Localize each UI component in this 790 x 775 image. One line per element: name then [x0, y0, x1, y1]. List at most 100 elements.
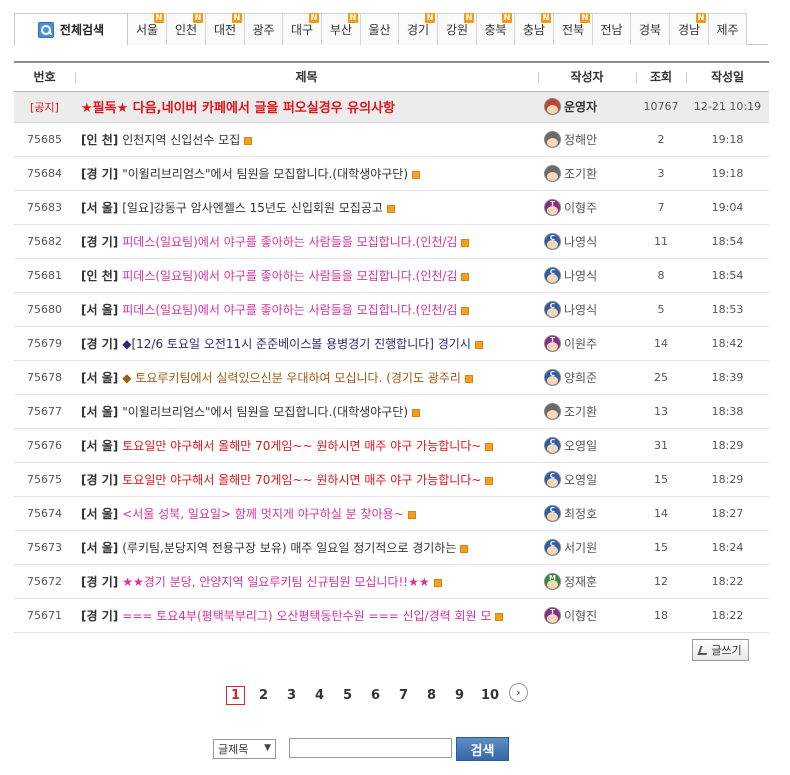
- post-title-cell[interactable]: [경 기] 토요일만 야구해서 올해만 70게임~~ 원하시면 매주 야구 가능합…: [75, 462, 538, 497]
- post-author[interactable]: 최정호: [564, 507, 597, 521]
- post-title-link[interactable]: "이윌리브리엄스"에서 팀원을 모집합니다.(대학생야구단): [122, 167, 408, 181]
- page-link[interactable]: 2: [254, 686, 273, 705]
- search-input[interactable]: [289, 738, 452, 758]
- post-title-cell[interactable]: [서 울] [일요]강동구 암사엔젤스 15년도 신입회원 모집공고: [75, 190, 538, 225]
- post-author[interactable]: 이원주: [564, 337, 597, 351]
- post-title-cell[interactable]: [서 울] (루키팀,분당지역 전용구장 보유) 매주 일요일 정기적으로 경기하…: [75, 530, 538, 565]
- notice-row[interactable]: [공지] ★필독★ 다음,네이버 카페에서 글을 퍼오실경우 유의사항 운영자 …: [14, 91, 769, 123]
- post-author-cell[interactable]: C 나영식: [538, 224, 636, 259]
- post-title-link[interactable]: ◆ 토요루키팀에서 실력있으신분 우대하여 모십니다. (경기도 광주리: [122, 371, 461, 385]
- post-author-cell[interactable]: C 나영식: [538, 292, 636, 327]
- table-row[interactable]: 75679 [경 기] ◆[12/6 토요일 오전11시 준준베이스볼 용병경기 진…: [14, 326, 769, 361]
- search-button[interactable]: 검색: [456, 737, 509, 761]
- tab-region[interactable]: 경기 N: [399, 13, 438, 45]
- post-title-cell[interactable]: [경 기] "이윌리브리엄스"에서 팀원을 모집합니다.(대학생야구단): [75, 156, 538, 191]
- post-title-link[interactable]: 피데스(일요팀)에서 야구를 좋아하는 사람들을 모집합니다.(인천/김: [122, 303, 457, 317]
- table-row[interactable]: 75683 [서 울] [일요]강동구 암사엔젤스 15년도 신입회원 모집공고 T 이…: [14, 190, 769, 225]
- tab-region[interactable]: 대전 N: [206, 13, 245, 45]
- page-link[interactable]: 9: [450, 686, 469, 705]
- table-row[interactable]: 75685 [인 천] 인천지역 신입선수 모집 정해안 2 19:18: [14, 122, 769, 157]
- post-author-cell[interactable]: T 이형주: [538, 190, 636, 225]
- tab-all-search[interactable]: 전체검색: [14, 13, 128, 46]
- table-row[interactable]: 75682 [경 기] 피데스(일요팀)에서 야구를 좋아하는 사람들을 모집합니다…: [14, 224, 769, 259]
- post-author[interactable]: 양희준: [564, 371, 597, 385]
- page-link[interactable]: 4: [310, 686, 329, 705]
- post-author-cell[interactable]: C 나영식: [538, 258, 636, 293]
- tab-region[interactable]: 강원 N: [438, 13, 477, 45]
- post-title-cell[interactable]: [서 울] ◆ 토요루키팀에서 실력있으신분 우대하여 모십니다. (경기도 광주…: [75, 360, 538, 395]
- tab-region[interactable]: 제주: [709, 13, 747, 45]
- tab-region[interactable]: 광주: [245, 13, 283, 45]
- notice-author[interactable]: 운영자: [564, 100, 597, 114]
- post-title-cell[interactable]: [경 기] 피데스(일요팀)에서 야구를 좋아하는 사람들을 모집합니다.(인천/…: [75, 224, 538, 259]
- post-title-link[interactable]: 피데스(일요팀)에서 야구를 좋아하는 사람들을 모집합니다.(인천/김: [122, 269, 457, 283]
- table-row[interactable]: 75673 [서 울] (루키팀,분당지역 전용구장 보유) 매주 일요일 정기적으…: [14, 530, 769, 565]
- tab-region[interactable]: 서울 N: [128, 13, 167, 45]
- post-author[interactable]: 이형주: [564, 201, 597, 215]
- notice-title-link[interactable]: ★필독★ 다음,네이버 카페에서 글을 퍼오실경우 유의사항: [81, 101, 395, 116]
- notice-author-cell[interactable]: 운영자: [538, 91, 636, 123]
- tab-region[interactable]: 경남 N: [670, 13, 709, 45]
- post-author[interactable]: 나영식: [564, 269, 597, 283]
- post-title-link[interactable]: 인천지역 신입선수 모집: [122, 133, 240, 147]
- tab-region[interactable]: 경북: [631, 13, 670, 45]
- post-author-cell[interactable]: C 서기원: [538, 530, 636, 565]
- tab-region[interactable]: 충남 N: [515, 13, 554, 45]
- table-row[interactable]: 75675 [경 기] 토요일만 야구해서 올해만 70게임~~ 원하시면 매주 야…: [14, 462, 769, 497]
- post-author-cell[interactable]: 조기환: [538, 394, 636, 429]
- table-row[interactable]: 75671 [경 기] === 토요4부(평택북부리그) 오산평택동탄수원 === …: [14, 598, 769, 633]
- post-title-cell[interactable]: [인 천] 인천지역 신입선수 모집: [75, 122, 538, 157]
- post-author[interactable]: 조기환: [564, 405, 597, 419]
- post-title-link[interactable]: (루키팀,분당지역 전용구장 보유) 매주 일요일 정기적으로 경기하는: [122, 541, 456, 555]
- post-title-link[interactable]: 토요일만 야구해서 올해만 70게임~~ 원하시면 매주 야구 가능합니다~: [122, 439, 481, 453]
- post-author-cell[interactable]: M 정재훈: [538, 564, 636, 599]
- post-title-cell[interactable]: [인 천] 피데스(일요팀)에서 야구를 좋아하는 사람들을 모집합니다.(인천/…: [75, 258, 538, 293]
- post-title-cell[interactable]: [경 기] === 토요4부(평택북부리그) 오산평택동탄수원 === 신입/경력…: [75, 598, 538, 633]
- post-author-cell[interactable]: C 오영일: [538, 462, 636, 497]
- post-title-link[interactable]: "이윌리브리엄스"에서 팀원을 모집합니다.(대학생야구단): [122, 405, 408, 419]
- post-author-cell[interactable]: C 오영일: [538, 428, 636, 463]
- post-author-cell[interactable]: T 이형진: [538, 598, 636, 633]
- post-author[interactable]: 정재훈: [564, 575, 597, 589]
- tab-region[interactable]: 전남: [593, 13, 631, 45]
- post-author-cell[interactable]: 정해안: [538, 122, 636, 157]
- post-title-cell[interactable]: [경 기] ◆[12/6 토요일 오전11시 준준베이스볼 용병경기 진행합니다]…: [75, 326, 538, 361]
- post-title-link[interactable]: ◆[12/6 토요일 오전11시 준준베이스볼 용병경기 진행합니다] 경기시: [122, 337, 471, 351]
- post-author-cell[interactable]: C 양희준: [538, 360, 636, 395]
- post-author[interactable]: 서기원: [564, 541, 597, 555]
- post-title-cell[interactable]: [서 울] 피데스(일요팀)에서 야구를 좋아하는 사람들을 모집합니다.(인천/…: [75, 292, 538, 327]
- search-field-select[interactable]: 글제목 ▼: [213, 739, 276, 759]
- post-title-link[interactable]: 토요일만 야구해서 올해만 70게임~~ 원하시면 매주 야구 가능합니다~: [122, 473, 481, 487]
- post-author-cell[interactable]: T 이원주: [538, 326, 636, 361]
- table-row[interactable]: 75677 [서 울] "이윌리브리엄스"에서 팀원을 모집합니다.(대학생야구단)…: [14, 394, 769, 429]
- post-title-cell[interactable]: [경 기] ★★경기 분당, 안양지역 일요루키팀 신규팀원 모십니다!!★★: [75, 564, 538, 599]
- post-title-link[interactable]: [일요]강동구 암사엔젤스 15년도 신입회원 모집공고: [122, 201, 383, 215]
- post-author[interactable]: 조기환: [564, 167, 597, 181]
- tab-region[interactable]: 인천 N: [167, 13, 206, 45]
- page-link[interactable]: 7: [394, 686, 413, 705]
- post-author[interactable]: 정해안: [564, 133, 597, 147]
- table-row[interactable]: 75681 [인 천] 피데스(일요팀)에서 야구를 좋아하는 사람들을 모집합니다…: [14, 258, 769, 293]
- tab-region[interactable]: 대구 N: [283, 13, 322, 45]
- table-row[interactable]: 75680 [서 울] 피데스(일요팀)에서 야구를 좋아하는 사람들을 모집합니다…: [14, 292, 769, 327]
- write-post-button[interactable]: 글쓰기: [692, 639, 749, 661]
- page-link[interactable]: 3: [282, 686, 301, 705]
- post-author[interactable]: 나영식: [564, 303, 597, 317]
- page-link[interactable]: 10: [478, 686, 502, 705]
- post-author[interactable]: 이형진: [564, 609, 597, 623]
- next-page-button[interactable]: ›: [509, 682, 528, 702]
- post-title-cell[interactable]: [서 울] 토요일만 야구해서 올해만 70게임~~ 원하시면 매주 야구 가능합…: [75, 428, 538, 463]
- tab-region[interactable]: 울산: [361, 13, 399, 45]
- post-title-link[interactable]: 피데스(일요팀)에서 야구를 좋아하는 사람들을 모집합니다.(인천/김: [122, 235, 457, 249]
- table-row[interactable]: 75674 [서 울] <서울 성북, 일요일> 함께 멋지게 야구하실 분 찾아용…: [14, 496, 769, 531]
- post-title-cell[interactable]: [서 울] "이윌리브리엄스"에서 팀원을 모집합니다.(대학생야구단): [75, 394, 538, 429]
- post-author-cell[interactable]: C 최정호: [538, 496, 636, 531]
- post-title-link[interactable]: <서울 성북, 일요일> 함께 멋지게 야구하실 분 찾아용~: [122, 507, 403, 521]
- tab-region[interactable]: 부산 N: [322, 13, 361, 45]
- page-link[interactable]: 1: [226, 685, 245, 705]
- tab-region[interactable]: 충북 N: [477, 13, 515, 45]
- post-author[interactable]: 오영일: [564, 439, 597, 453]
- notice-title-cell[interactable]: ★필독★ 다음,네이버 카페에서 글을 퍼오실경우 유의사항: [75, 91, 538, 123]
- tab-region[interactable]: 전북 N: [554, 13, 593, 45]
- post-author-cell[interactable]: 조기환: [538, 156, 636, 191]
